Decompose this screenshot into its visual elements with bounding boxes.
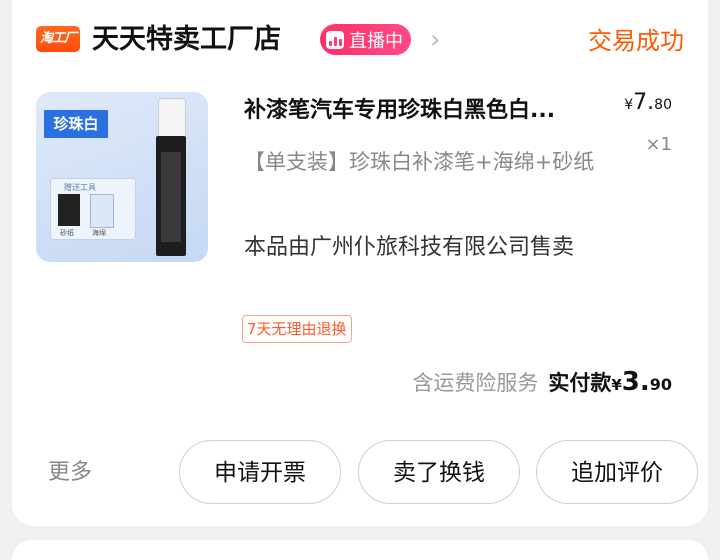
product-image[interactable]: 珍珠白 赠送工具 砂纸 海绵 — [36, 92, 208, 262]
price-decimal: 80 — [654, 97, 672, 113]
add-review-button[interactable]: 追加评价 — [536, 440, 698, 504]
paid-decimal: 90 — [649, 375, 672, 394]
order-totals: 含运费险服务 实付款 ¥ 3. 90 — [412, 367, 672, 397]
sandpaper-label: 砂纸 — [60, 229, 74, 237]
taogongchang-logo-icon: 淘工厂 — [36, 26, 80, 52]
live-badge-label: 直播中 — [349, 30, 403, 52]
order-card: 淘工厂 天天特卖工厂店 直播中 › 交易成功 珍珠白 赠送工具 砂纸 海绵 补漆… — [12, 0, 708, 526]
pen-label — [161, 152, 181, 242]
shipping-insurance-note: 含运费险服务 — [412, 371, 539, 395]
request-invoice-button[interactable]: 申请开票 — [179, 440, 341, 504]
next-order-card — [12, 540, 708, 560]
shop-name[interactable]: 天天特卖工厂店 — [92, 20, 281, 60]
paid-currency: ¥ — [611, 376, 622, 394]
return-policy-badge: 7天无理由退换 — [242, 315, 352, 343]
product-image-box-title: 赠送工具 — [64, 183, 96, 192]
pen-cap — [158, 98, 186, 140]
product-image-tag: 珍珠白 — [44, 110, 108, 138]
sandpaper-swatch — [58, 194, 80, 226]
order-status: 交易成功 — [588, 27, 684, 55]
seller-note: 本品由广州仆旅科技有限公司售卖 — [244, 235, 575, 260]
resell-button[interactable]: 卖了换钱 — [358, 440, 520, 504]
chevron-right-icon[interactable]: › — [430, 26, 440, 54]
sponge-label: 海绵 — [92, 229, 106, 237]
price-currency: ¥ — [624, 97, 634, 113]
product-sku: 【单支装】珍珠白补漆笔+海绵+砂纸 — [244, 150, 595, 174]
sponge-swatch — [90, 194, 114, 228]
price-integer: 7. — [633, 90, 655, 115]
paid-integer: 3. — [621, 367, 650, 397]
unit-price: ¥7.80 — [624, 88, 672, 120]
more-button[interactable]: 更多 — [48, 456, 92, 490]
live-bars-icon — [326, 30, 344, 49]
quantity: ×1 — [645, 134, 672, 155]
product-title[interactable]: 补漆笔汽车专用珍珠白黑色白... — [244, 94, 624, 128]
live-badge[interactable]: 直播中 — [320, 24, 411, 55]
paid-label: 实付款 — [548, 371, 612, 395]
